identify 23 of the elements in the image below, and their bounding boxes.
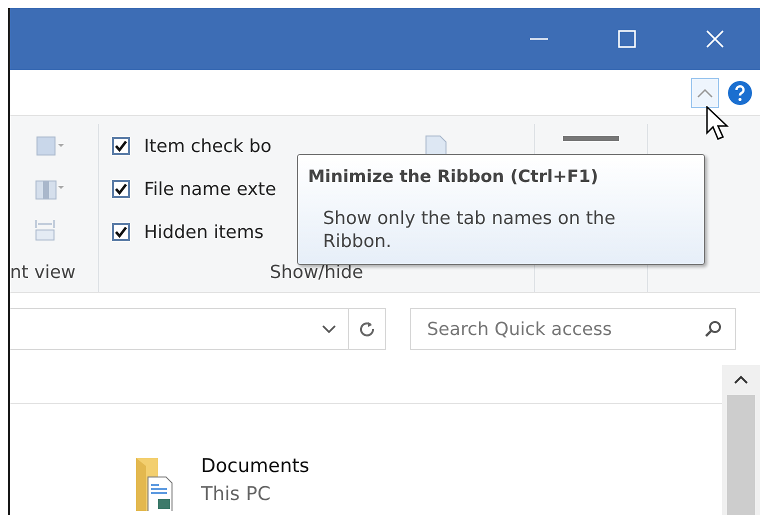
group-label: Show/hide bbox=[268, 262, 364, 285]
search-icon bbox=[704, 320, 722, 338]
search-field[interactable]: Search Quick access bbox=[410, 308, 736, 350]
item-location: This PC bbox=[201, 483, 272, 505]
scrollbar[interactable] bbox=[722, 365, 760, 515]
collapse-ribbon-button[interactable] bbox=[691, 78, 719, 108]
tooltip-text: Show only the tab names on the Ribbon. bbox=[323, 207, 616, 253]
group-label: nt view bbox=[10, 262, 77, 285]
checkbox[interactable] bbox=[112, 137, 130, 155]
checkbox[interactable] bbox=[112, 180, 130, 198]
checkbox-label: Hidden items bbox=[144, 222, 264, 242]
scrollbar-thumb[interactable] bbox=[727, 395, 755, 515]
maximize-icon[interactable] bbox=[617, 29, 637, 49]
item-name[interactable]: Documents bbox=[201, 455, 310, 477]
chevron-down-icon[interactable] bbox=[322, 324, 336, 334]
scroll-up-icon[interactable] bbox=[734, 375, 748, 385]
tooltip-title: Minimize the Ribbon (Ctrl+F1) bbox=[308, 167, 600, 187]
checkbox-label: Item check bo bbox=[144, 136, 272, 156]
checkbox[interactable] bbox=[112, 223, 130, 241]
checkbox-label: File name exte bbox=[144, 178, 276, 200]
close-icon[interactable] bbox=[705, 29, 725, 49]
chevron-up-icon[interactable] bbox=[697, 88, 713, 98]
help-icon[interactable] bbox=[727, 80, 753, 106]
